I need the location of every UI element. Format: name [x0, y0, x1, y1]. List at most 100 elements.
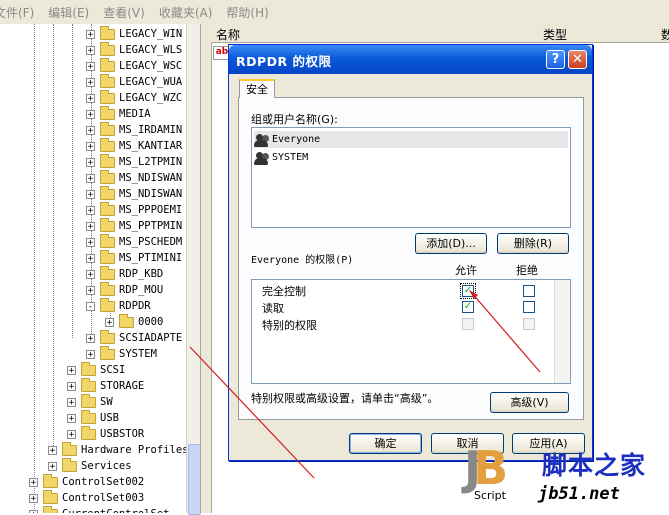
expand-icon[interactable]: +	[48, 461, 57, 471]
tree-scrollbar[interactable]	[186, 24, 201, 515]
dialog-titlebar[interactable]: RDPDR 的权限 ? ✕	[229, 45, 592, 74]
permission-list[interactable]: 完全控制 读取 特别的权限 ✓ ✓	[251, 279, 571, 384]
menu-edit[interactable]: 编辑(E)	[48, 4, 89, 21]
folder-icon	[100, 329, 115, 344]
tree-node[interactable]: + ControlSet002	[29, 473, 144, 490]
permissions-label: Everyone 的权限(P)	[251, 255, 354, 266]
expand-icon[interactable]: +	[29, 509, 38, 513]
tree-node[interactable]: + SCSIADAPTE	[86, 329, 182, 346]
expand-icon[interactable]: +	[86, 141, 95, 151]
allow-read-checkbox[interactable]: ✓	[462, 301, 474, 313]
add-button[interactable]: 添加(D)...	[415, 233, 487, 254]
expand-icon[interactable]: +	[86, 333, 95, 343]
pane-splitter[interactable]	[200, 24, 212, 513]
tree-node[interactable]: + LEGACY_WLS	[86, 41, 182, 58]
expand-icon[interactable]: +	[67, 429, 76, 439]
tree-node[interactable]: + MS_NDISWAN	[86, 185, 182, 202]
expand-icon[interactable]: +	[67, 365, 76, 375]
tree-node[interactable]: + USB	[67, 409, 119, 426]
user-item-system[interactable]: SYSTEM	[254, 149, 308, 166]
group-label: 组或用户名称(G):	[251, 113, 338, 126]
tree-node[interactable]: + MS_L2TPMIN	[86, 153, 182, 170]
tree-node[interactable]: + SCSI	[67, 361, 125, 378]
tree-node[interactable]: + SYSTEM	[86, 345, 157, 362]
expand-icon[interactable]: +	[67, 413, 76, 423]
permissions-dialog: RDPDR 的权限 ? ✕ 安全 组或用户名称(G): Everyone SYS…	[228, 44, 593, 461]
advanced-button[interactable]: 高级(V)	[490, 392, 569, 413]
expand-icon[interactable]: +	[86, 125, 95, 135]
expand-icon[interactable]: +	[86, 77, 95, 87]
tree-node[interactable]: + USBSTOR	[67, 425, 144, 442]
tree-node[interactable]: +0000	[105, 313, 163, 330]
user-list[interactable]: Everyone SYSTEM	[251, 127, 571, 228]
tree-node[interactable]: + LEGACY_WIN	[86, 25, 182, 42]
tree-node[interactable]: + MS_PTIMINI	[86, 249, 182, 266]
expand-icon[interactable]: +	[86, 221, 95, 231]
tree-node[interactable]: + LEGACY_WSC	[86, 57, 183, 74]
menu-file[interactable]: 文件(F)	[0, 4, 34, 21]
tree-node[interactable]: + LEGACY_WZC	[86, 89, 182, 106]
tree-node[interactable]: + MS_PPPOEMI	[86, 201, 182, 218]
ok-button[interactable]: 确定	[349, 433, 422, 454]
permission-list-scrollbar[interactable]	[554, 280, 570, 383]
menu-favorites[interactable]: 收藏夹(A)	[159, 4, 213, 21]
tree-node[interactable]: + SW	[67, 393, 113, 410]
tree-node-label: MS_PPTPMIN	[119, 220, 183, 232]
expand-icon[interactable]: +	[86, 285, 95, 295]
col-data[interactable]: 数	[661, 26, 669, 43]
col-type[interactable]: 类型	[543, 26, 567, 43]
expand-icon[interactable]: +	[29, 477, 38, 487]
help-button[interactable]: ?	[546, 50, 565, 69]
tree-node-label: RDP_KBD	[119, 268, 164, 280]
tree-node[interactable]: + MS_PSCHEDM	[86, 233, 182, 250]
tree-node-label: LEGACY_WSC	[119, 60, 183, 72]
expand-icon[interactable]: +	[86, 189, 95, 199]
expand-icon[interactable]: +	[86, 205, 95, 215]
tree-node[interactable]: + MS_IRDAMIN	[86, 121, 182, 138]
tree-node[interactable]: + RDP_KBD	[86, 265, 164, 282]
tree-node[interactable]: + MS_KANTIAR	[86, 137, 182, 154]
expand-icon[interactable]: +	[86, 173, 95, 183]
expand-icon[interactable]: +	[29, 493, 38, 503]
tree-node[interactable]: + Services	[48, 457, 132, 474]
allow-full-control-checkbox[interactable]: ✓	[460, 283, 476, 299]
col-name[interactable]: 名称	[216, 26, 240, 43]
tree-node[interactable]: + MEDIA	[86, 105, 151, 122]
expand-icon[interactable]: +	[86, 253, 95, 263]
expand-icon[interactable]: +	[67, 397, 76, 407]
expand-icon[interactable]: +	[86, 269, 95, 279]
tree-node[interactable]: + STORAGE	[67, 377, 144, 394]
tree-node[interactable]: + CurrentControlSet	[29, 505, 169, 513]
expand-icon[interactable]: +	[86, 349, 95, 359]
remove-button[interactable]: 删除(R)	[497, 233, 569, 254]
tree-node[interactable]: + Hardware Profiles	[48, 441, 186, 458]
menu-help[interactable]: 帮助(H)	[226, 4, 268, 21]
expand-icon[interactable]: +	[86, 157, 95, 167]
folder-icon	[43, 489, 58, 504]
tree-node[interactable]: - RDPDR	[86, 297, 151, 314]
close-button[interactable]: ✕	[568, 50, 587, 69]
expand-icon[interactable]: +	[86, 93, 95, 103]
deny-header: 拒绝	[516, 264, 538, 277]
deny-full-control-checkbox[interactable]	[523, 285, 535, 297]
expand-icon[interactable]: +	[86, 29, 95, 39]
collapse-icon[interactable]: -	[86, 301, 95, 311]
expand-icon[interactable]: +	[48, 445, 57, 455]
tab-security[interactable]: 安全	[239, 79, 275, 98]
expand-icon[interactable]: +	[86, 45, 95, 55]
menu-view[interactable]: 查看(V)	[103, 4, 145, 21]
expand-icon[interactable]: +	[86, 61, 95, 71]
expand-icon[interactable]: +	[86, 109, 95, 119]
deny-read-checkbox[interactable]	[523, 301, 535, 313]
expand-icon[interactable]: +	[105, 317, 114, 327]
expand-icon[interactable]: +	[67, 381, 76, 391]
tree-node[interactable]: + ControlSet003	[29, 489, 144, 506]
tree-node[interactable]: + MS_NDISWAN	[86, 169, 182, 186]
folder-icon	[100, 249, 115, 264]
expand-icon[interactable]: +	[86, 237, 95, 247]
tree-node[interactable]: + LEGACY_WUA	[86, 73, 182, 90]
tree-node[interactable]: + MS_PPTPMIN	[86, 217, 183, 234]
registry-tree[interactable]: + LEGACY_WIN + LEGACY_WLS + LEGACY_WSC + LEGACY…	[0, 24, 186, 513]
user-item-everyone[interactable]: Everyone	[254, 131, 568, 148]
tree-node[interactable]: + RDP_MOU	[86, 281, 163, 298]
